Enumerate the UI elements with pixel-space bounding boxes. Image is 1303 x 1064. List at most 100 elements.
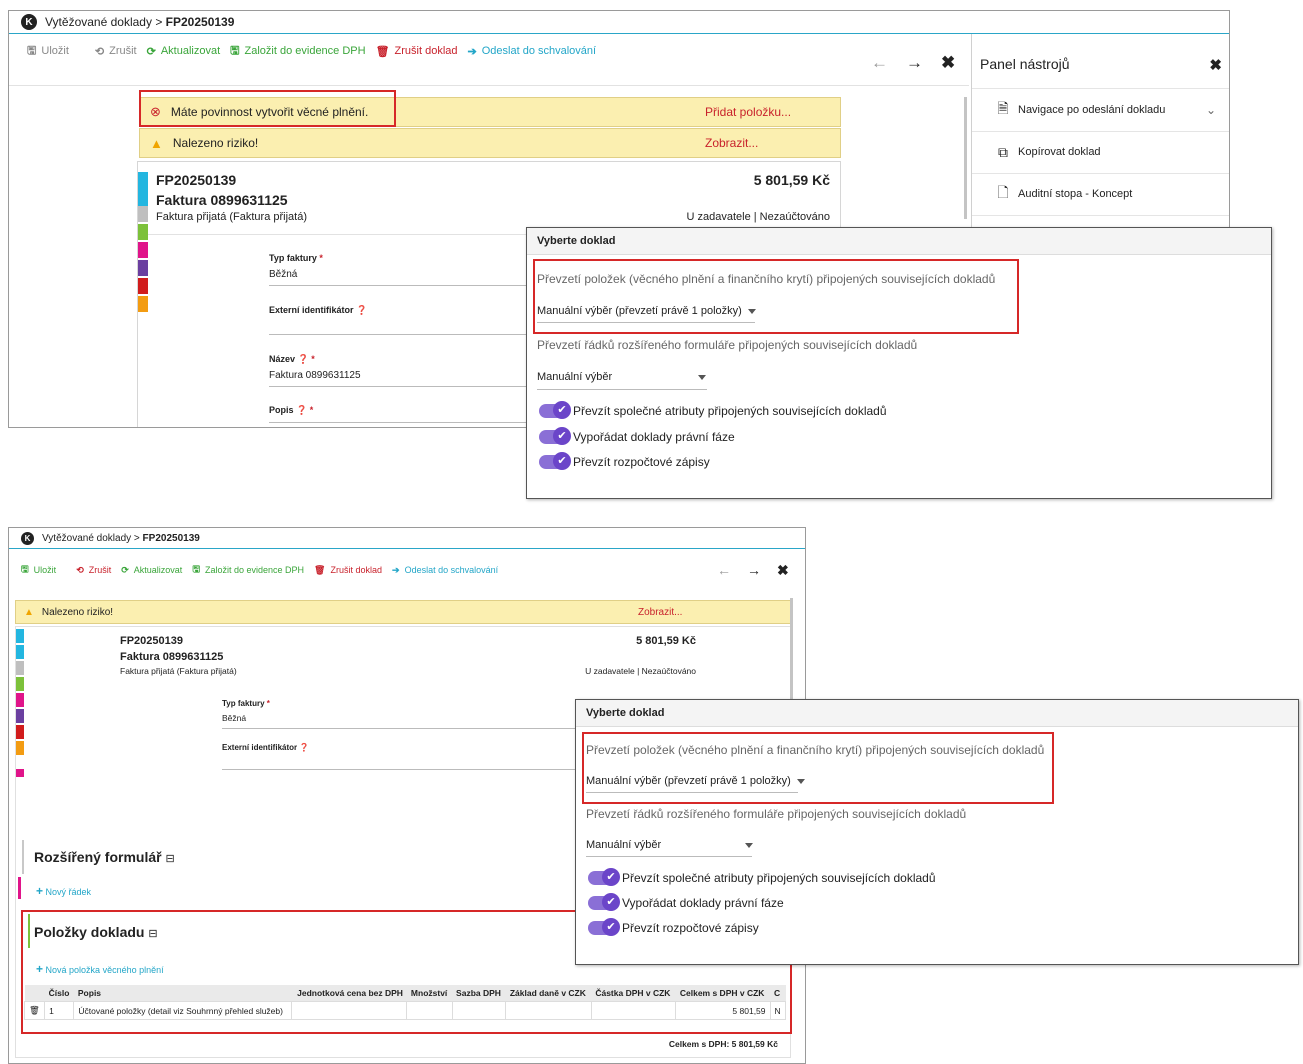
back-arrow-icon[interactable]: ← <box>717 562 731 579</box>
external-id-label: Externí identifikátor ❓ <box>269 305 368 315</box>
trash-icon: 🗑 <box>375 45 390 58</box>
warning-icon: ▲ <box>24 606 34 618</box>
invoice-type: Faktura přijatá (Faktura přijatá) <box>120 666 237 676</box>
add-item-link[interactable]: Přidat položku... <box>705 105 791 119</box>
send-to-approval-button[interactable]: ➔ Odeslat do schvalování <box>468 45 597 58</box>
external-id-label: Externí identifikátor ❓ <box>222 743 310 752</box>
invoice-type-field[interactable]: Běžná <box>222 713 246 723</box>
rows-takeover-label: Převzetí řádků rozšířeného formuláře při… <box>537 338 918 352</box>
refresh-icon: ⟳ <box>146 45 156 58</box>
cancel-document-button[interactable]: 🗑 Zrušit doklad <box>314 565 382 576</box>
save-icon: 🖫 <box>192 564 200 574</box>
save-button[interactable]: 🖫 Uložit <box>27 42 69 61</box>
document-status: U zadavatele | Nezaúčtováno <box>585 666 696 676</box>
refresh-button[interactable]: ⟳ Aktualizovat <box>121 565 182 576</box>
show-risk-link[interactable]: Zobrazit... <box>705 136 758 150</box>
collapse-icon[interactable]: ⊟ <box>165 853 174 865</box>
check-icon: ✔ <box>553 452 571 470</box>
help-icon[interactable]: ❓ <box>299 743 309 752</box>
breadcrumb: Vytěžované doklady > FP20250139 <box>42 532 200 544</box>
app-logo-icon: K <box>21 14 37 30</box>
toggle-settle-legal[interactable]: ✔ Vypořádat doklady právní fáze <box>588 893 784 911</box>
name-field[interactable]: Faktura 0899631125 <box>269 370 361 381</box>
chevron-down-icon[interactable]: ⌄ <box>1206 103 1216 117</box>
help-icon[interactable]: ❓ <box>356 305 367 315</box>
app-logo-icon: K <box>21 531 34 545</box>
panel-close-icon[interactable]: ✖ <box>1209 56 1222 74</box>
invoice-type: Faktura přijatá (Faktura přijatá) <box>156 211 307 223</box>
check-icon: ✔ <box>553 401 571 419</box>
forward-arrow-icon[interactable]: → <box>747 562 761 579</box>
select-document-dialog: Vyberte doklad Převzetí položek (věcného… <box>526 227 1272 499</box>
document-number: FP20250139 <box>156 172 237 188</box>
breadcrumb-parent[interactable]: Vytěžované doklady <box>45 15 152 29</box>
toggle-budget-entries[interactable]: ✔ Převzít rozpočtové zápisy <box>588 918 759 936</box>
risk-alert: ▲ Nalezeno riziko! Zobrazit... <box>15 600 791 624</box>
plus-icon: + <box>36 884 44 898</box>
panel-title: Panel nástrojů <box>980 56 1070 72</box>
nav-arrows: ← → ✖ <box>871 53 955 73</box>
check-icon: ✔ <box>602 868 620 886</box>
toolbar: 🖫 Uložit ⟲ Zrušit ⟳ Aktualizovat 🖫 Založit d… <box>21 556 508 584</box>
trash-icon: 🗑 <box>314 564 326 575</box>
vat-register-button[interactable]: 🖫 Založit do evidence DPH <box>192 562 304 578</box>
new-row-link[interactable]: + Nový řádek <box>36 884 91 898</box>
cancel-document-button[interactable]: 🗑 Zrušit doklad <box>376 45 458 58</box>
check-icon: ✔ <box>602 918 620 936</box>
invoice-type-field[interactable]: Běžná <box>269 269 297 280</box>
name-label: Název ❓ * <box>269 354 315 364</box>
send-to-approval-button[interactable]: ➔ Odeslat do schvalování <box>392 565 498 576</box>
save-button[interactable]: 🖫 Uložit <box>21 562 56 578</box>
description-label: Popis ❓ * <box>269 405 314 415</box>
undo-icon: ⟲ <box>76 564 84 575</box>
toggle-settle-legal[interactable]: ✔ Vypořádat doklady právní fáze <box>539 427 735 445</box>
forward-arrow-icon[interactable]: → <box>906 53 923 73</box>
risk-alert: ▲ Nalezeno riziko! Zobrazit... <box>139 128 841 158</box>
check-icon: ✔ <box>602 893 620 911</box>
help-icon[interactable]: ❓ <box>298 354 309 364</box>
toggle-common-attributes[interactable]: ✔ Převzít společné atributy připojených s… <box>539 401 887 419</box>
dropdown-caret-icon <box>745 842 754 848</box>
invoice-title: Faktura 0899631125 <box>120 651 224 663</box>
panel-item-copy[interactable]: ⧉ Kopírovat doklad <box>972 131 1229 174</box>
nav-arrows: ← → ✖ <box>717 562 789 579</box>
back-arrow-icon[interactable]: ← <box>871 53 888 73</box>
document-amount: 5 801,59 Kč <box>636 635 696 647</box>
toolbar: 🖫 Uložit ⟲ Zrušit ⟳ Aktualizovat 🖫 Založit d… <box>27 34 606 68</box>
save-icon: 🖫 <box>27 44 37 57</box>
highlight-box <box>582 732 1054 804</box>
highlight-box <box>533 259 1019 334</box>
copy-icon: ⧉ <box>998 143 1008 160</box>
highlight-box <box>139 90 396 127</box>
invoice-title: Faktura 0899631125 <box>156 192 288 208</box>
select-document-dialog: Vyberte doklad Převzetí položek (věcného… <box>575 699 1299 965</box>
arrow-right-icon: ➔ <box>392 564 400 575</box>
panel-item-navigation[interactable]: 🗎 Navigace po odeslání dokladu ⌄ <box>972 89 1229 132</box>
vat-register-button[interactable]: 🖫 Založit do evidence DPH <box>230 42 365 61</box>
dropdown-caret-icon <box>698 374 707 380</box>
invoice-type-label: Typ faktury * <box>222 699 270 708</box>
refresh-icon: ⟳ <box>121 564 129 575</box>
title-bar: K Vytěžované doklady > FP20250139 <box>9 11 1229 34</box>
rows-takeover-select[interactable]: Manuální výběr <box>586 839 754 851</box>
arrow-right-icon: ➔ <box>467 45 477 58</box>
refresh-button[interactable]: ⟳ Aktualizovat <box>147 45 221 58</box>
help-icon[interactable]: ❓ <box>296 405 307 415</box>
cancel-button[interactable]: ⟲ Zrušit <box>95 45 137 58</box>
close-icon[interactable]: ✖ <box>941 53 955 73</box>
panel-item-audit[interactable]: 🗋 Auditní stopa - Koncept <box>972 173 1229 216</box>
close-icon[interactable]: ✖ <box>777 562 789 579</box>
show-risk-link[interactable]: Zobrazit... <box>638 607 682 618</box>
warning-icon: ▲ <box>150 135 163 151</box>
rows-takeover-select[interactable]: Manuální výběr <box>537 371 707 383</box>
cancel-button[interactable]: ⟲ Zrušit <box>76 565 111 576</box>
dialog-title: Vyberte doklad <box>527 228 1271 255</box>
extended-form-title: Rozšířený formulář ⊟ <box>34 849 175 865</box>
invoice-type-label: Typ faktury * <box>269 253 323 263</box>
toggle-budget-entries[interactable]: ✔ Převzít rozpočtové zápisy <box>539 452 710 470</box>
toggle-common-attributes[interactable]: ✔ Převzít společné atributy připojených s… <box>588 868 936 886</box>
pdf-icon: 🗋 <box>997 184 1009 200</box>
scrollbar[interactable] <box>964 97 967 219</box>
save-icon: 🖫 <box>21 564 29 574</box>
rows-takeover-label: Převzetí řádků rozšířeného formuláře při… <box>586 807 967 821</box>
